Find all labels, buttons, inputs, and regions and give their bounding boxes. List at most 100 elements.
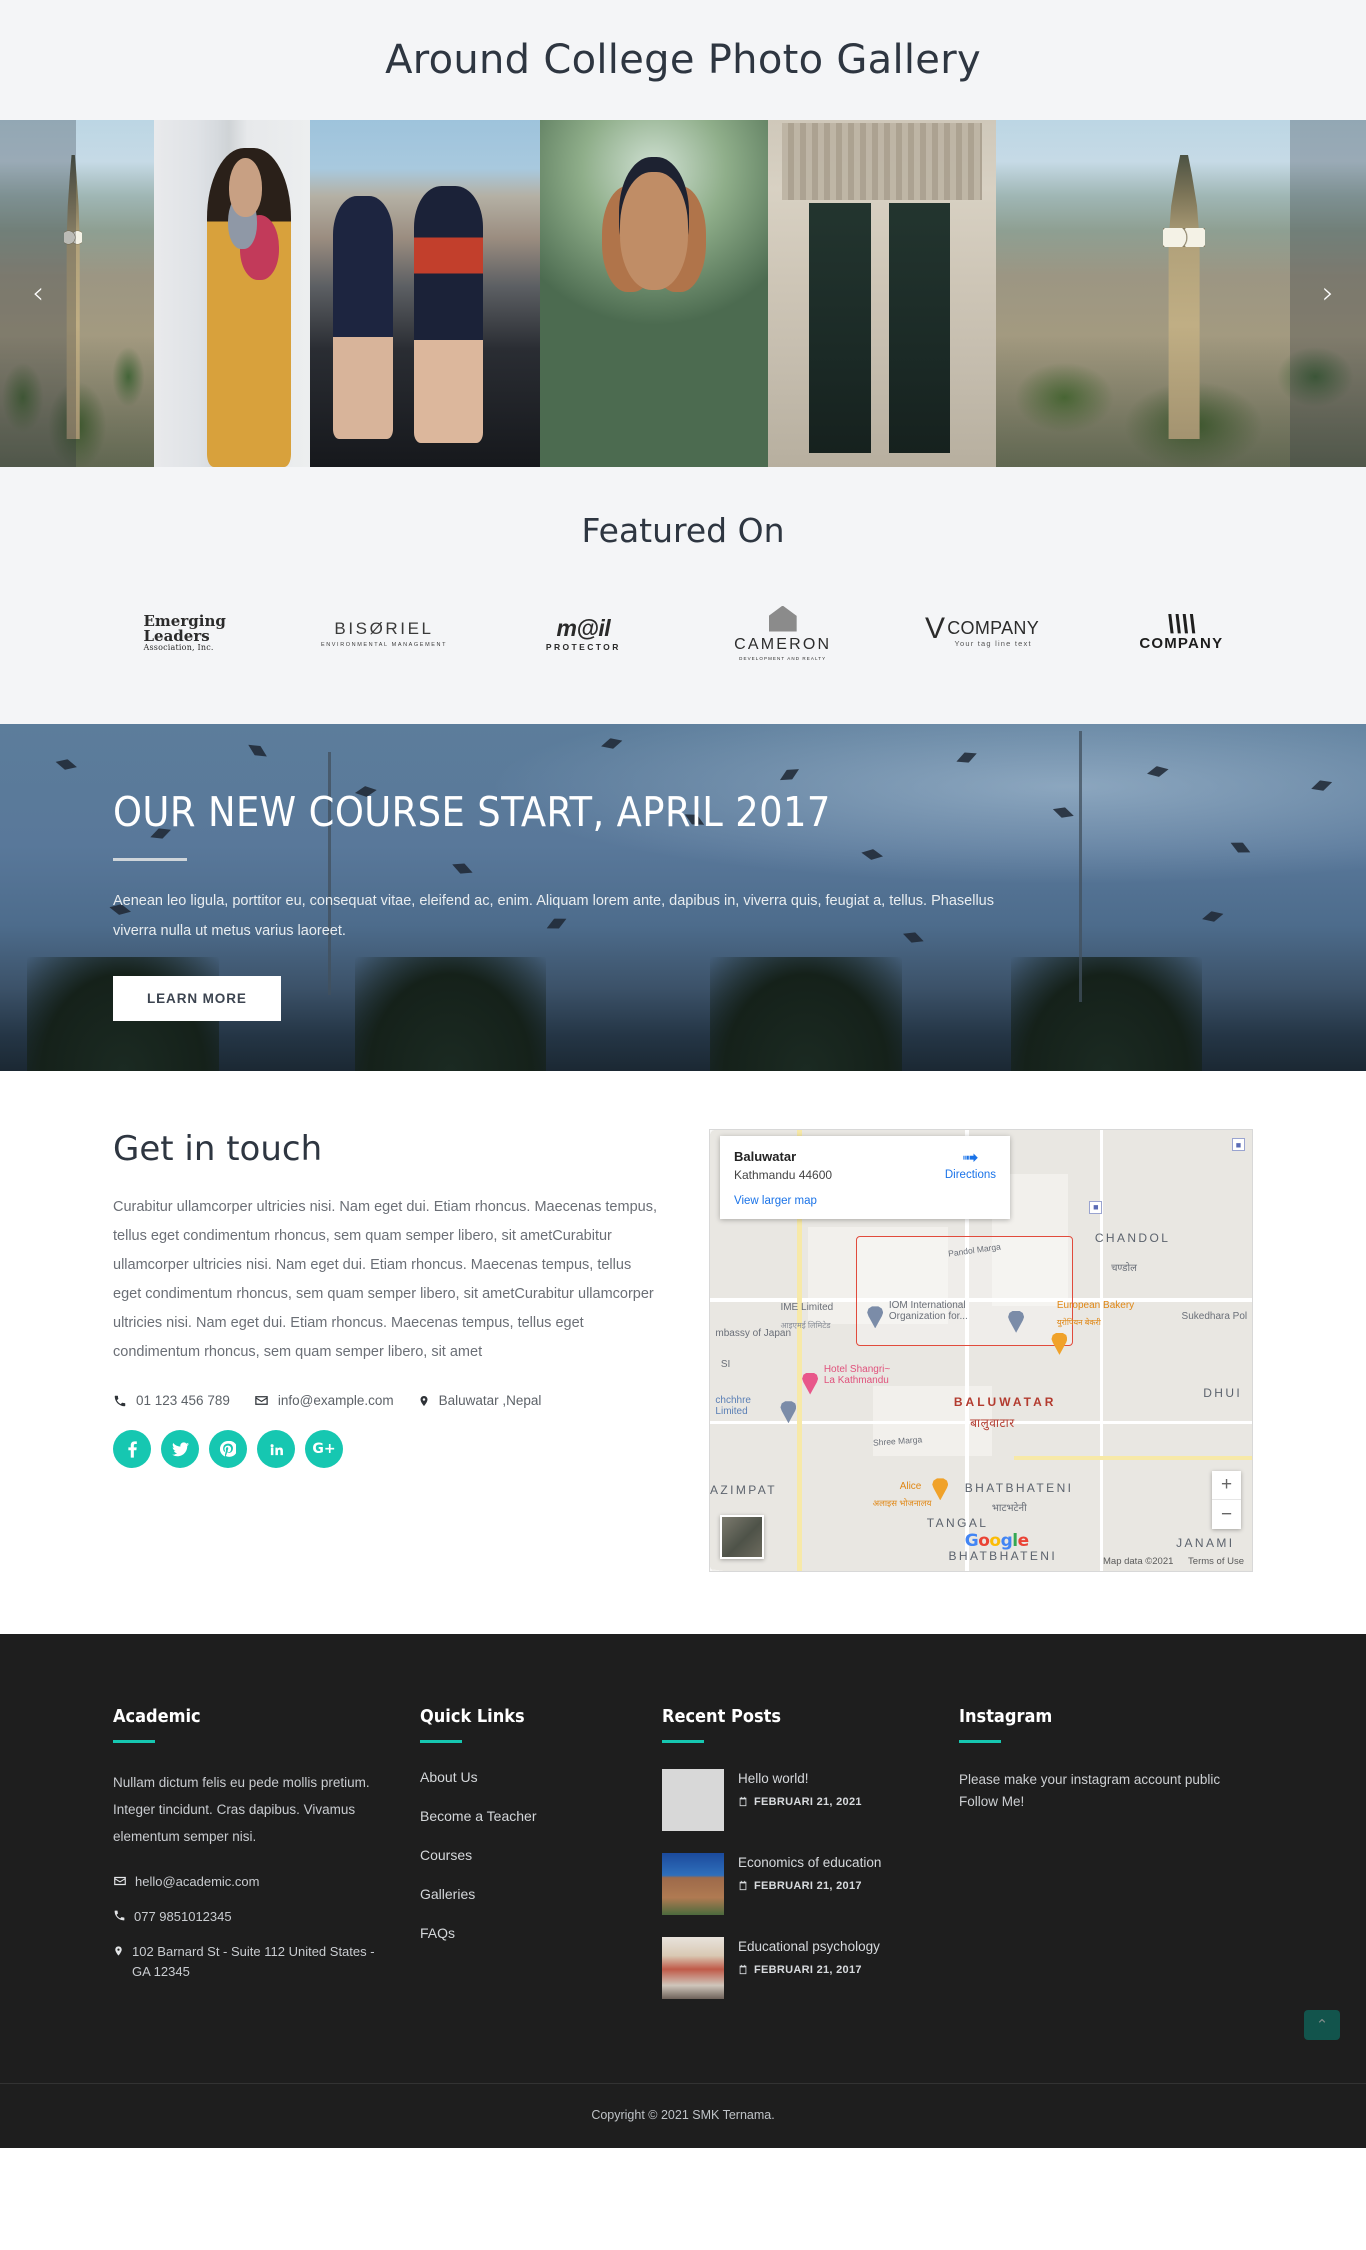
quick-link-about-us[interactable]: About Us <box>420 1769 478 1785</box>
cta-body: Aenean leo ligula, porttitor eu, consequ… <box>113 893 994 939</box>
logo-sub: Association, Inc. <box>143 643 214 653</box>
post-thumbnail[interactable] <box>662 1769 724 1831</box>
post-thumbnail[interactable] <box>662 1937 724 1999</box>
quick-link-galleries[interactable]: Galleries <box>420 1886 475 1902</box>
contact-section: Get in touch Curabitur ullamcorper ultri… <box>0 1071 1366 1634</box>
list-item: FAQs <box>420 1925 620 1943</box>
map-data-text: Map data ©2021 <box>1103 1556 1174 1567</box>
footer-phone[interactable]: 077 9851012345 <box>113 1907 378 1927</box>
map-label-lazimpat: AZIMPAT <box>710 1482 778 1497</box>
instagram-notice: Please make your instagram account publi… <box>959 1772 1221 1787</box>
title-underline <box>662 1740 704 1743</box>
carousel-slide-2[interactable] <box>154 120 310 467</box>
quick-link-become-a-teacher[interactable]: Become a Teacher <box>420 1808 536 1824</box>
directions-button[interactable]: ➟ Directions <box>945 1148 996 1182</box>
scroll-to-top-button[interactable]: ⌃ <box>1304 2010 1340 2040</box>
social-pinterest[interactable] <box>209 1430 247 1468</box>
footer-address: 102 Barnard St - Suite 112 United States… <box>113 1942 378 1982</box>
phone-icon <box>114 1910 125 1921</box>
social-twitter[interactable] <box>161 1430 199 1468</box>
contact-body: Curabitur ullamcorper ultricies nisi. Na… <box>113 1199 657 1360</box>
logo-emerging-leaders: Emerging Leaders Association, Inc. <box>113 598 256 668</box>
title-underline <box>113 1740 155 1743</box>
contact-title: Get in touch <box>113 1129 323 1169</box>
map-label-shangrila: Hotel Shangri~ La Kathmandu <box>823 1363 891 1387</box>
post-title[interactable]: Educational psychology <box>738 1937 880 1957</box>
footer-instagram-title: Instagram <box>959 1706 1053 1727</box>
featured-logo-row: Emerging Leaders Association, Inc. BISØR… <box>113 598 1253 668</box>
cathedral-doors-photo <box>768 120 996 467</box>
map-marker-icon <box>115 1946 122 1956</box>
learn-more-button[interactable]: LEARN MORE <box>113 976 281 1022</box>
quick-link-faqs[interactable]: FAQs <box>420 1925 455 1941</box>
list-item[interactable]: Educational psychology FEBRUARI 21, 2017 <box>662 1937 917 1999</box>
social-linkedin[interactable] <box>257 1430 295 1468</box>
map-label-sukedhara: Sukedhara Pol <box>1181 1310 1248 1322</box>
list-item: Courses <box>420 1847 620 1865</box>
view-larger-map-link[interactable]: View larger map <box>734 1195 996 1207</box>
logo-line-1: m@il <box>556 614 611 641</box>
instagram-follow[interactable]: Follow Me! <box>959 1791 1253 1813</box>
footer-about-title: Academic <box>113 1706 201 1727</box>
contact-info-column: Get in touch Curabitur ullamcorper ultri… <box>113 1129 663 1468</box>
social-google-plus[interactable]: G+ <box>305 1430 343 1468</box>
post-date-value: FEBRUARI 21, 2017 <box>754 1963 862 1976</box>
copyright-bar: Copyright © 2021 SMK Ternama. <box>0 2083 1366 2148</box>
logo-sub: ENVIRONMENTAL MANAGEMENT <box>320 641 448 648</box>
logo-line-2: Leaders <box>143 626 210 645</box>
photo-gallery-carousel[interactable]: ‹ › <box>0 120 1366 467</box>
map-zoom-controls[interactable]: + − <box>1212 1471 1241 1529</box>
post-date: FEBRUARI 21, 2017 <box>738 1880 881 1892</box>
carousel-prev-arrow-icon[interactable]: ‹ <box>0 120 76 467</box>
logo-mail-protector: m@il PROTECTOR <box>512 598 655 668</box>
map-label-baluwatar: BALUWATAR <box>953 1394 1057 1409</box>
social-facebook[interactable] <box>113 1430 151 1468</box>
map-label-baluwatar-np: बालुवाटार <box>970 1416 1015 1431</box>
logo-line-1: BISØRIEL <box>334 618 434 638</box>
contact-meta-row: 01 123 456 789 info@example.com Baluwata… <box>113 1393 663 1408</box>
map-marker-icon <box>420 1395 428 1406</box>
map-label-bhatbhateni-np: भाटभटेनी <box>991 1503 1027 1515</box>
map-label-alice-np: अलाइस भोजनालय <box>872 1498 932 1509</box>
map-label-dhui: SI <box>720 1359 731 1371</box>
list-item: About Us <box>420 1769 620 1787</box>
list-item: Become a Teacher <box>420 1808 620 1826</box>
post-title[interactable]: Economics of education <box>738 1853 881 1873</box>
map-zoom-out-button[interactable]: − <box>1212 1500 1241 1529</box>
map-label-bakery-np: युरोपियन बेकरी <box>1056 1318 1101 1328</box>
contact-email[interactable]: info@example.com <box>254 1393 394 1408</box>
post-date-value: FEBRUARI 21, 2021 <box>754 1795 862 1808</box>
quick-link-courses[interactable]: Courses <box>420 1847 472 1863</box>
post-thumbnail[interactable] <box>662 1853 724 1915</box>
carousel-next-arrow-icon[interactable]: › <box>1290 120 1366 467</box>
footer-email-value: hello@academic.com <box>135 1874 260 1889</box>
map-street-view-thumbnail[interactable] <box>720 1515 764 1559</box>
post-title[interactable]: Hello world! <box>738 1769 862 1789</box>
logo-line-1: COMPANY <box>1139 634 1224 652</box>
contact-phone[interactable]: 01 123 456 789 <box>113 1393 230 1408</box>
map-label-bhatbhateni-2: BHATBHATENI <box>948 1548 1058 1563</box>
logo-cameron: CAMERON DEVELOPMENT AND REALTY <box>711 598 854 668</box>
carousel-slide-5[interactable] <box>768 120 996 467</box>
post-date-value: FEBRUARI 21, 2017 <box>754 1879 862 1892</box>
location-map[interactable]: Baluwatar Kathmandu 44600 View larger ma… <box>709 1129 1253 1572</box>
transit-icon: ■ <box>1089 1200 1103 1214</box>
post-date: FEBRUARI 21, 2017 <box>738 1964 880 1976</box>
cta-heading: OUR NEW COURSE START, APRIL 2017 <box>113 788 831 836</box>
list-item[interactable]: Hello world! FEBRUARI 21, 2021 <box>662 1769 917 1831</box>
featured-on-section: Featured On Emerging Leaders Association… <box>0 467 1366 724</box>
list-item[interactable]: Economics of education FEBRUARI 21, 2017 <box>662 1853 917 1915</box>
page-header: Around College Photo Gallery <box>0 0 1366 120</box>
map-info-card[interactable]: Baluwatar Kathmandu 44600 View larger ma… <box>720 1136 1010 1219</box>
title-underline <box>420 1740 462 1743</box>
map-attribution: Map data ©2021 Terms of Use <box>1091 1556 1244 1567</box>
carousel-slide-4[interactable] <box>540 120 768 467</box>
map-zoom-in-button[interactable]: + <box>1212 1471 1241 1500</box>
google-logo: Google <box>964 1531 1029 1551</box>
house-icon <box>768 605 797 632</box>
map-label-iom: IOM International Organization for... <box>888 1299 968 1322</box>
footer-email[interactable]: hello@academic.com <box>113 1872 378 1892</box>
map-terms-link[interactable]: Terms of Use <box>1188 1556 1244 1567</box>
carousel-slide-3[interactable] <box>310 120 540 467</box>
featured-on-title: Featured On <box>581 511 785 550</box>
